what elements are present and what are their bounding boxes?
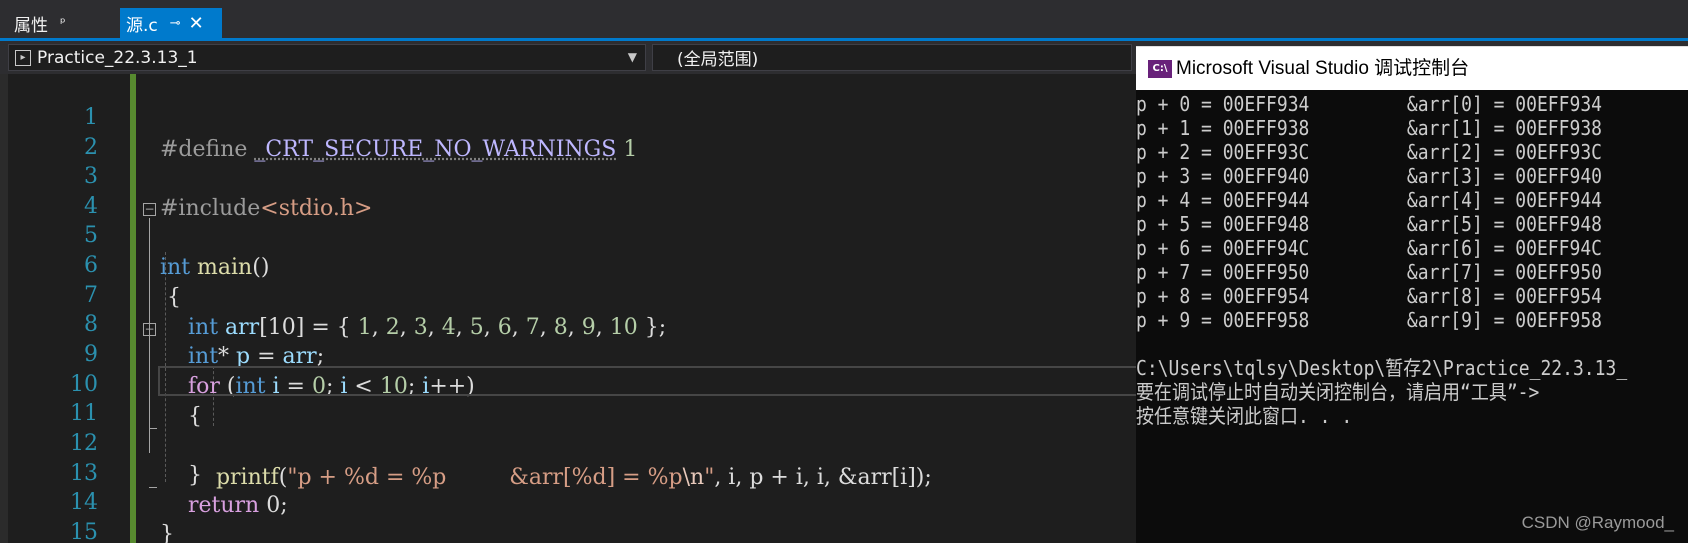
scope-name: (全局范围) (677, 50, 759, 70)
console-output[interactable]: p + 0 = 00EFF934 &arr[0] = 00EFF934 p + … (1136, 92, 1688, 543)
line-number: 15 (70, 520, 98, 543)
code-line: 2 (0, 100, 1140, 160)
console-line: C:\Users\tqlsy\Desktop\暂存2\Practice_22.3… (1136, 356, 1628, 380)
code-line: 1 #define _CRT_SECURE_NO_WARNINGS 1 (0, 74, 1140, 162)
code-line: 15 (0, 485, 1140, 543)
tab-source-label: 源.c (126, 15, 158, 36)
console-app-icon: C:\ (1148, 60, 1172, 78)
console-line: p + 3 = 00EFF940 &arr[3] = 00EFF940 (1136, 164, 1602, 188)
console-line: 按任意键关闭此窗口. . . (1136, 404, 1353, 428)
watermark: CSDN @Raymood_ (1521, 513, 1674, 532)
code-editor[interactable]: − − 1 #define _CRT_SECURE_NO_WARNINGS 1 … (0, 74, 1140, 543)
code-line-current[interactable]: 11 printf("p + %d = %p &arr[%d] = %p\n",… (0, 366, 1140, 490)
code-line: 13 return 0; (0, 426, 1140, 518)
pin-icon[interactable]: ᵖ (60, 16, 66, 31)
code-line: 4 (0, 159, 1140, 219)
console-line: p + 2 = 00EFF93C &arr[2] = 00EFF93C (1136, 140, 1602, 164)
console-title-bar[interactable]: C:\ Microsoft Visual Studio 调试控制台 (1136, 46, 1688, 90)
scope-dropdown[interactable]: (全局范围) (652, 44, 1132, 71)
code-line: 14 } (0, 455, 1140, 543)
console-line: p + 1 = 00EFF938 &arr[1] = 00EFF938 (1136, 116, 1602, 140)
console-line: p + 7 = 00EFF950 &arr[7] = 00EFF950 (1136, 260, 1602, 284)
pin-icon[interactable]: ⊸ (170, 16, 181, 31)
project-dropdown[interactable]: ▸ Practice_22.3.13_1 ▼ (8, 44, 646, 71)
code-line: 3 #include<stdio.h> (0, 129, 1140, 221)
code-line: 10 { (0, 337, 1140, 429)
code-line: 5 int main() (0, 188, 1140, 280)
console-line: 要在调试停止时自动关闭控制台，请启用“工具”-> (1136, 380, 1540, 404)
tab-properties[interactable]: 属性 ᵖ (0, 8, 116, 38)
console-title: Microsoft Visual Studio 调试控制台 (1176, 58, 1470, 79)
project-name: Practice_22.3.13_1 (37, 47, 198, 68)
code-line: 6 { (0, 218, 1140, 310)
code-text: } (160, 522, 174, 543)
project-icon: ▸ (15, 50, 31, 66)
console-line: p + 0 = 00EFF934 &arr[0] = 00EFF934 (1136, 92, 1602, 116)
console-line: p + 4 = 00EFF944 &arr[4] = 00EFF944 (1136, 188, 1602, 212)
console-line: p + 9 = 00EFF958 &arr[9] = 00EFF958 (1136, 308, 1602, 332)
console-line: p + 5 = 00EFF948 &arr[5] = 00EFF948 (1136, 212, 1602, 236)
console-line: p + 6 = 00EFF94C &arr[6] = 00EFF94C (1136, 236, 1602, 260)
debug-console-window[interactable]: C:\ Microsoft Visual Studio 调试控制台 p + 0 … (1136, 46, 1688, 543)
tab-properties-label: 属性 (14, 15, 48, 36)
console-line: p + 8 = 00EFF954 &arr[8] = 00EFF954 (1136, 284, 1602, 308)
code-line: 8 int* p = arr; (0, 277, 1140, 369)
current-line-highlight (158, 366, 1140, 396)
document-tab-bar: 属性 ᵖ 源.c ⊸ ✕ (0, 0, 1688, 41)
code-line: 9 for (int i = 0; i < 10; i++) (0, 307, 1140, 399)
code-line: 7 int arr[10] = { 1, 2, 3, 4, 5, 6, 7, 8… (0, 248, 1140, 340)
tab-source-file[interactable]: 源.c ⊸ ✕ (120, 8, 222, 38)
chevron-down-icon[interactable]: ▼ (628, 45, 637, 70)
close-icon[interactable]: ✕ (189, 13, 204, 34)
code-line: 12 } (0, 396, 1140, 488)
